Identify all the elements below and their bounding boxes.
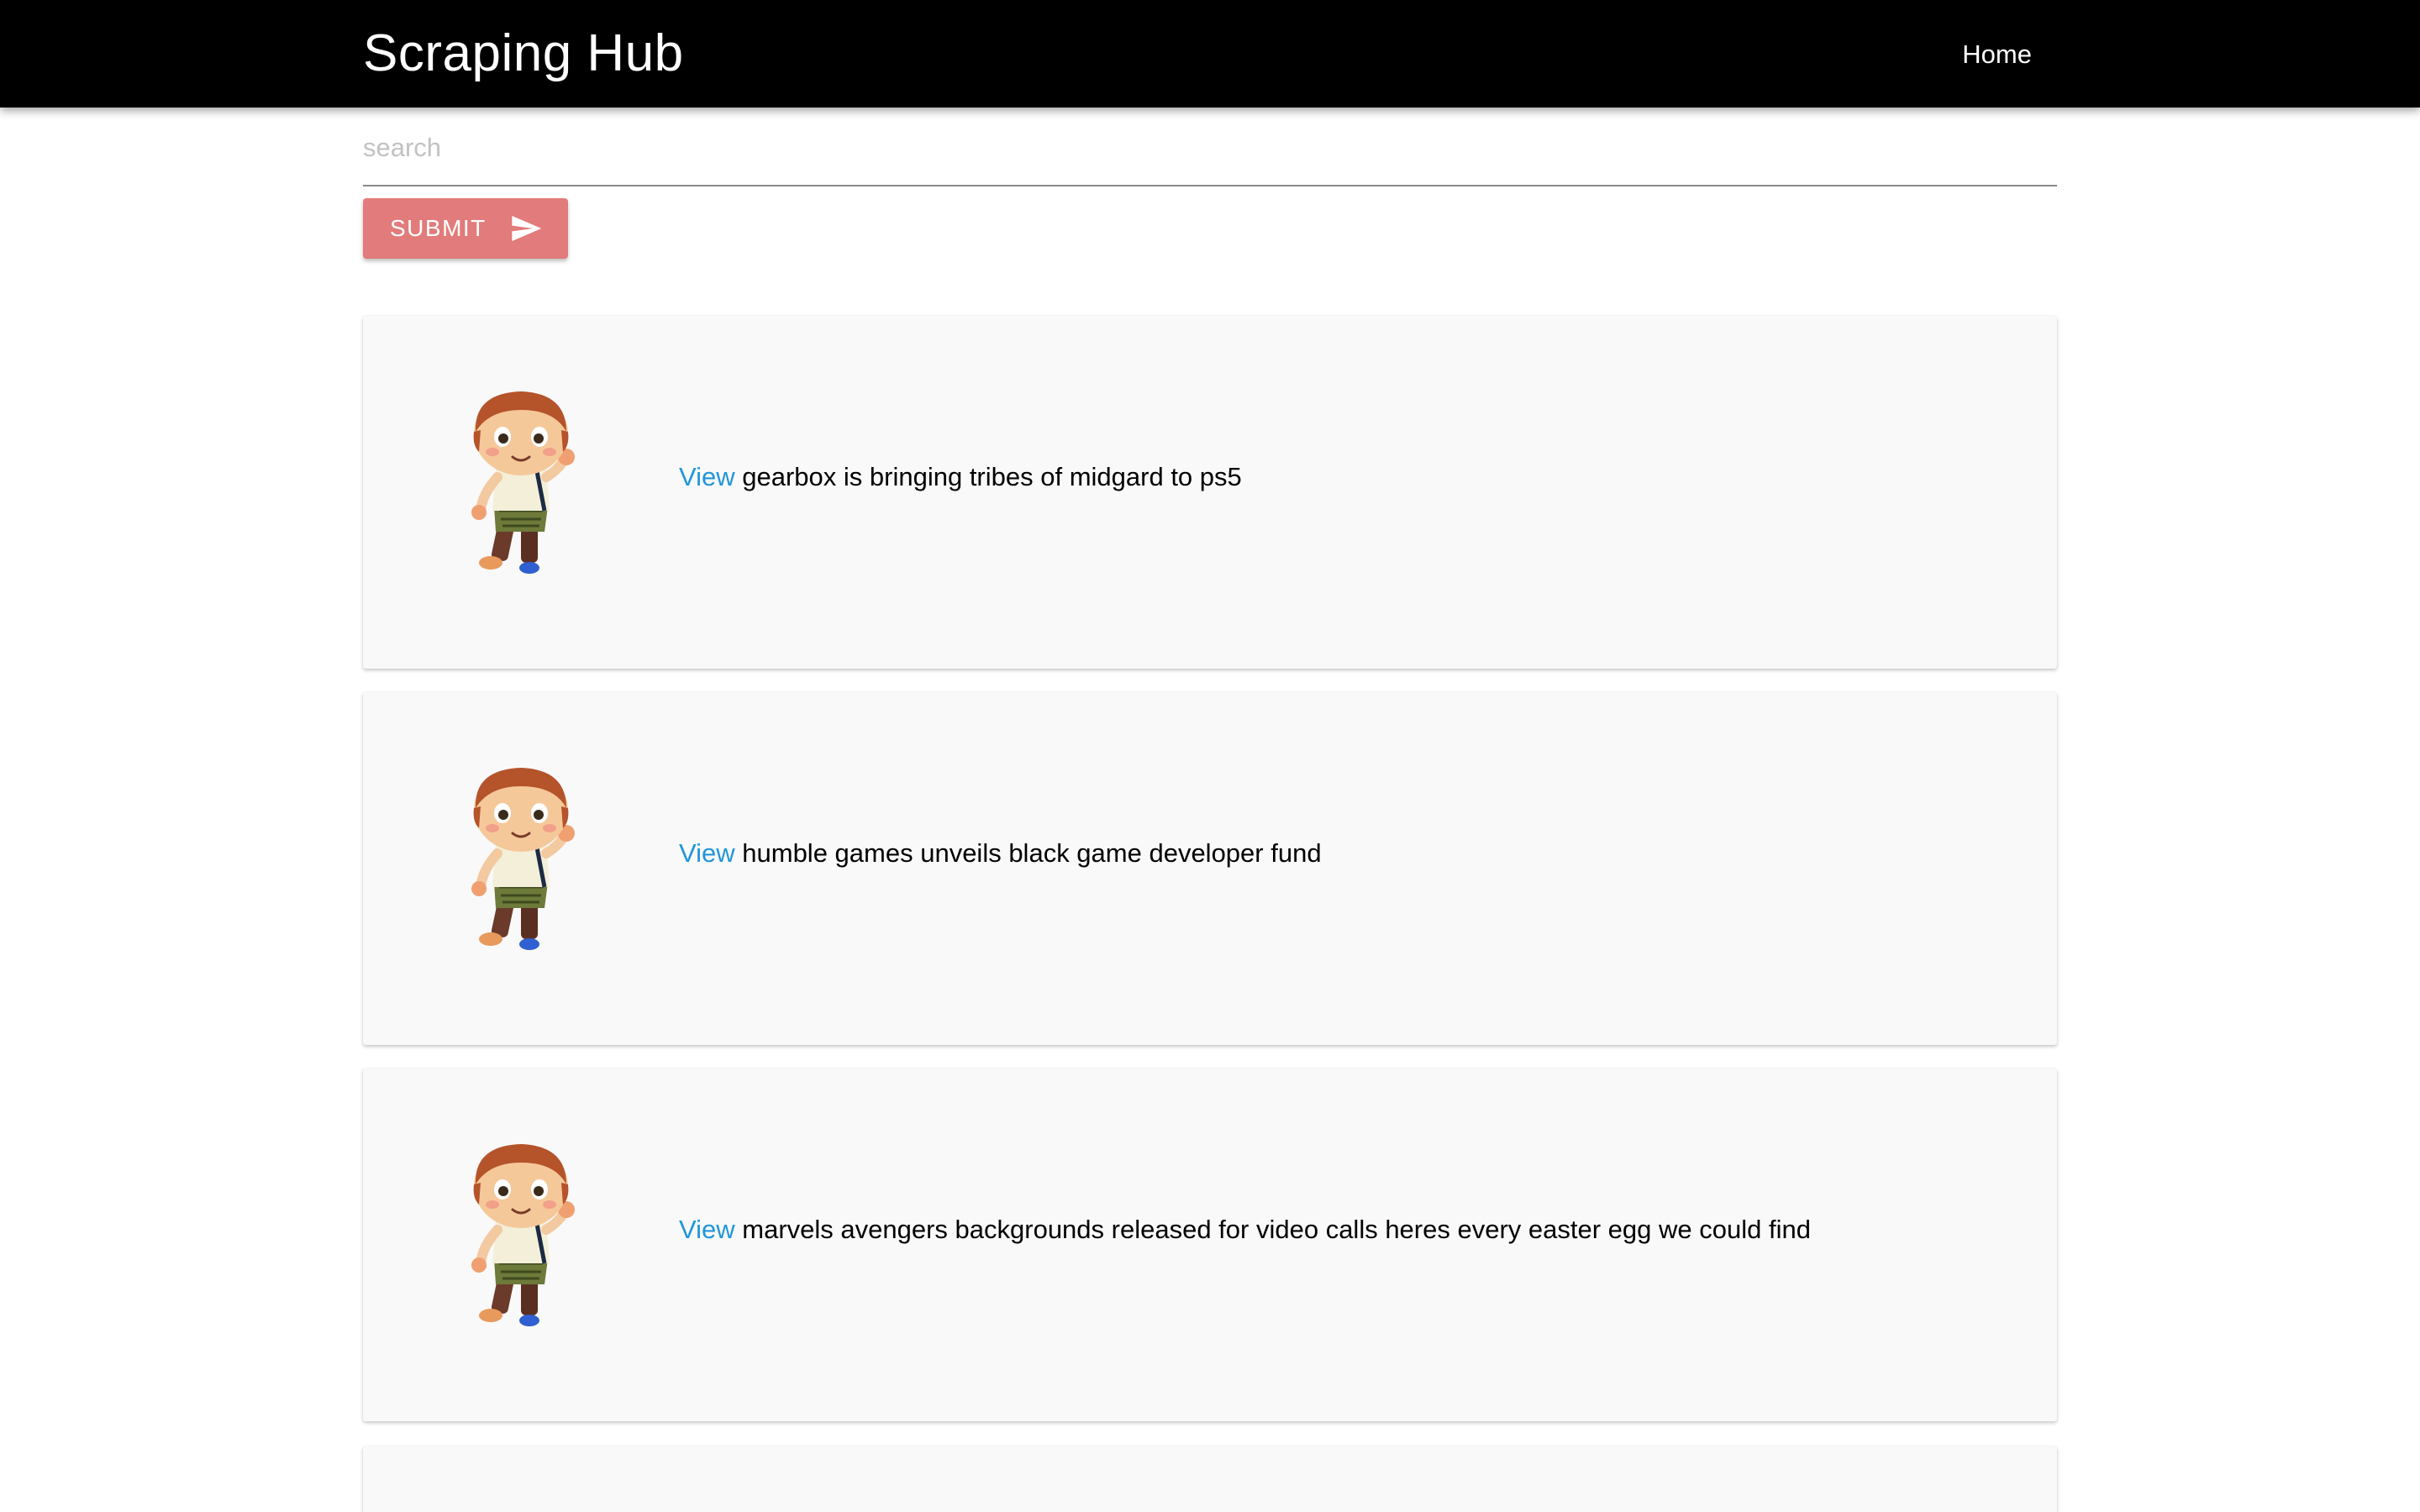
article-card: View humble games unveils black game dev… bbox=[363, 692, 2057, 1045]
article-card bbox=[363, 1446, 2057, 1512]
article-card: View gearbox is bringing tribes of midga… bbox=[363, 316, 2057, 669]
article-title: gearbox is bringing tribes of midgard to… bbox=[742, 462, 1242, 491]
article-title: humble games unveils black game develope… bbox=[742, 838, 1322, 868]
site-brand[interactable]: Scraping Hub bbox=[363, 24, 684, 84]
article-row-text: View marvels avengers backgrounds releas… bbox=[679, 1213, 1811, 1247]
nav-home-link[interactable]: Home bbox=[1962, 39, 2032, 71]
view-link[interactable]: View bbox=[679, 462, 735, 491]
search-input[interactable] bbox=[363, 126, 2057, 170]
article-row-text: View gearbox is bringing tribes of midga… bbox=[679, 460, 1242, 494]
villager-character-image bbox=[462, 761, 580, 954]
search-field bbox=[363, 126, 2057, 186]
article-row-text: View humble games unveils black game dev… bbox=[679, 837, 1322, 870]
submit-button-label: SUBMIT bbox=[390, 215, 487, 241]
article-card: View marvels avengers backgrounds releas… bbox=[363, 1068, 2057, 1421]
top-navbar: Scraping Hub Home bbox=[0, 0, 2420, 108]
article-title: marvels avengers backgrounds released fo… bbox=[742, 1215, 1811, 1244]
submit-button[interactable]: SUBMIT bbox=[363, 198, 568, 259]
view-link[interactable]: View bbox=[679, 838, 735, 868]
view-link[interactable]: View bbox=[679, 1215, 735, 1244]
villager-character-image bbox=[462, 1137, 580, 1331]
send-icon bbox=[512, 216, 542, 241]
villager-character-image bbox=[462, 385, 580, 578]
